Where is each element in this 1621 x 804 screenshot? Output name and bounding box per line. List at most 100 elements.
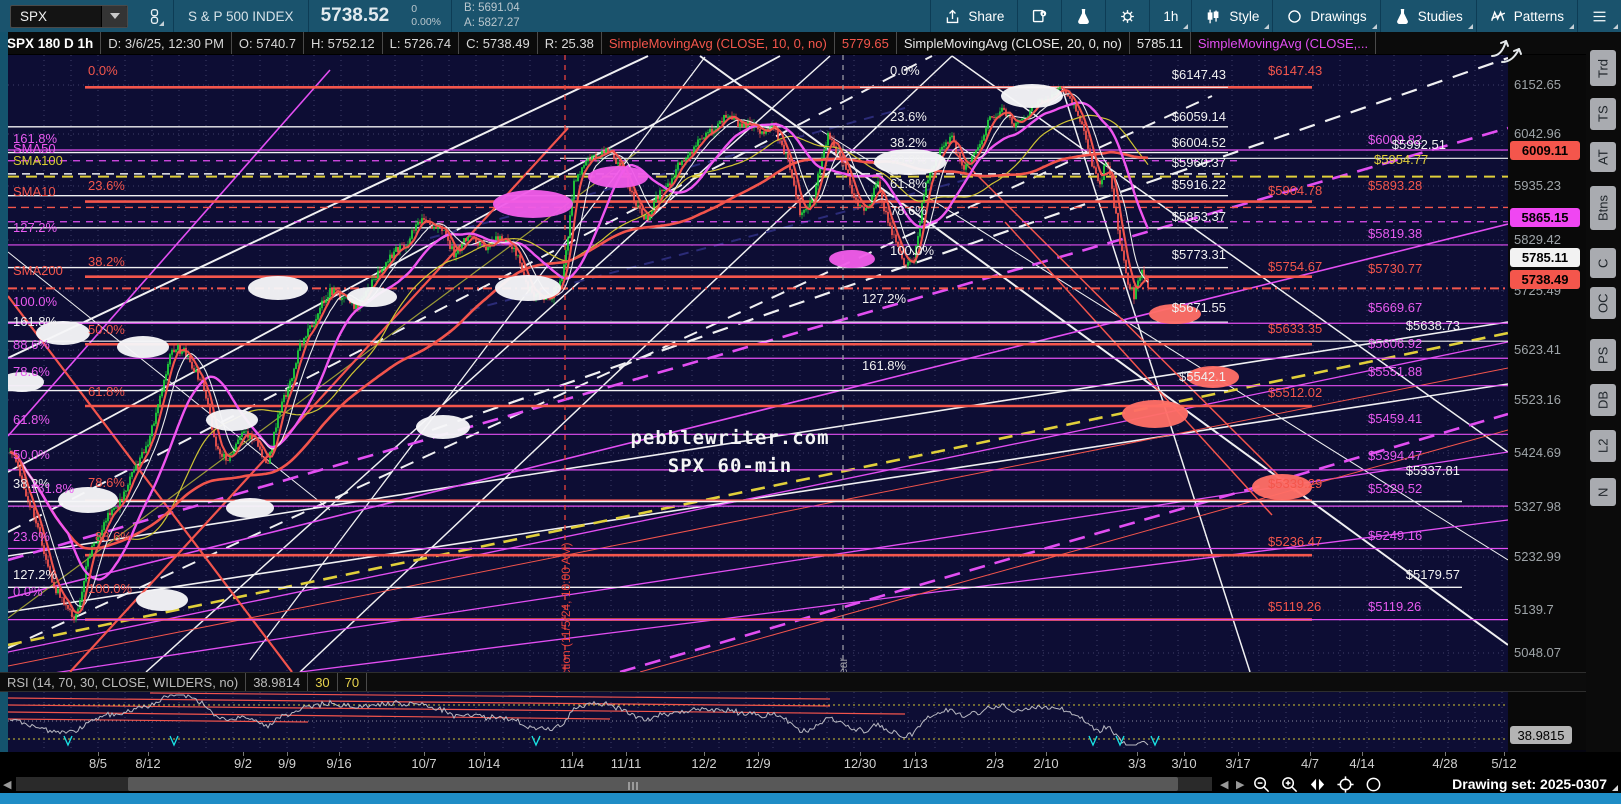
studies-button[interactable]: Studies (1381, 0, 1476, 32)
resize-corner-icon[interactable] (1612, 785, 1618, 791)
date-label: 9/16 (326, 756, 351, 771)
date-label: 4/7 (1301, 756, 1319, 771)
style-button[interactable]: Style (1192, 0, 1272, 32)
date-label: 10/7 (411, 756, 436, 771)
bottom-status-row: ◀ ◀ ▶ Drawing set: 2025-0307 (0, 775, 1621, 793)
sidebar-tab-ts[interactable]: TS (1590, 98, 1616, 130)
crosshair-icon[interactable] (1336, 775, 1355, 794)
button-label: Drawings (1310, 9, 1366, 24)
rsi-pane[interactable] (8, 692, 1508, 752)
price-tick: 5523.16 (1514, 392, 1561, 407)
price-tick: 5829.42 (1514, 232, 1561, 247)
1h-button[interactable]: 1h (1150, 0, 1191, 32)
caret-corner-icon (1183, 24, 1188, 29)
scroll-left-icon[interactable]: ◀ (3, 778, 11, 791)
share-button[interactable]: Share (931, 0, 1017, 32)
drawings-visibility-icon[interactable] (1488, 36, 1526, 66)
gear-button[interactable] (1106, 0, 1149, 32)
symbol-link-icon[interactable] (141, 3, 167, 29)
caret-corner-icon (1264, 24, 1269, 29)
price-axis[interactable]: 6152.656042.965935.235829.425725.495623.… (1508, 55, 1586, 750)
flag-note-icon (1031, 8, 1048, 25)
button-label: Style (1229, 9, 1259, 24)
symbol-text: SPX (20, 9, 47, 24)
date-label: 12/30 (844, 756, 877, 771)
price-tick: 5623.41 (1514, 342, 1561, 357)
drawing-set-label[interactable]: Drawing set: 2025-0307 (1452, 776, 1607, 792)
study-label-1[interactable]: SimpleMovingAvg (CLOSE, 10, 0, no) (602, 32, 835, 54)
scrollbar-thumb[interactable] (128, 777, 1178, 791)
sidebar-tab-c[interactable]: C (1590, 248, 1616, 278)
button-label: Studies (1418, 9, 1463, 24)
caret-corner-icon (1569, 24, 1574, 29)
symbol-dropdown-button[interactable] (101, 6, 127, 27)
sidebar-tab-db[interactable]: DB (1590, 384, 1616, 416)
date-label: 12/9 (745, 756, 770, 771)
flag-note-button[interactable] (1018, 0, 1061, 32)
sidebar-tab-btns[interactable]: Btns (1590, 186, 1616, 230)
drawings-button[interactable]: Drawings (1273, 0, 1379, 32)
date-label: 11/11 (611, 756, 642, 771)
price-tick: 5935.23 (1514, 178, 1561, 193)
date-axis[interactable]: 8/58/129/29/99/1610/710/1411/411/1112/21… (0, 752, 1621, 775)
rsi-overbought-level: 70 (338, 673, 367, 691)
symbol-input[interactable]: SPX (10, 5, 128, 28)
date-label: 8/5 (89, 756, 107, 771)
date-label: 2/10 (1033, 756, 1058, 771)
menu-button[interactable] (1578, 0, 1621, 32)
date-label: 3/17 (1225, 756, 1250, 771)
candles-icon (1205, 8, 1222, 25)
change-percent: 0.00% (411, 16, 441, 29)
zoom-out-icon[interactable] (1252, 775, 1271, 794)
rsi-study-label[interactable]: RSI (14, 70, 30, CLOSE, WILDERS, no) (0, 673, 246, 691)
scrollbar-grip (636, 782, 638, 790)
chevron-down-icon (110, 13, 120, 19)
sidebar-tab-ps[interactable]: PS (1590, 339, 1616, 371)
caret-corner-icon (1468, 24, 1473, 29)
price-tick: 5424.69 (1514, 445, 1561, 460)
ohlc-range: R: 25.38 (538, 32, 602, 54)
rsi-value: 38.9814 (246, 673, 308, 691)
zoom-in-icon[interactable] (1280, 775, 1299, 794)
button-label: Share (968, 9, 1004, 24)
ask-value: A: 5827.27 (464, 16, 520, 31)
scrollbar-grip (628, 782, 630, 790)
date-label: 4/14 (1349, 756, 1374, 771)
pan-left-icon[interactable]: ◀ (1220, 778, 1228, 791)
sidebar-tab-n[interactable]: N (1590, 478, 1616, 506)
sidebar-tab-l2[interactable]: L2 (1590, 430, 1616, 462)
date-label: 11/4 (560, 756, 584, 771)
rsi-current-badge: 38.9815 (1510, 726, 1572, 744)
study-label-2[interactable]: SimpleMovingAvg (CLOSE, 20, 0, no) (897, 32, 1130, 54)
price-tick: 5048.07 (1514, 645, 1561, 660)
gear-icon (1119, 8, 1136, 25)
caret-corner-icon (159, 21, 164, 26)
circle-icon[interactable] (1364, 775, 1383, 794)
toolbar-buttons: Share 1h Style Drawings Studies Patterns (930, 0, 1621, 32)
date-label: 3/10 (1171, 756, 1196, 771)
sidebar-tab-oc[interactable]: OC (1590, 287, 1616, 319)
date-label: 9/9 (278, 756, 296, 771)
patterns-button[interactable]: Patterns (1477, 0, 1577, 32)
price-tick: 5139.7 (1514, 602, 1554, 617)
flask-button[interactable] (1062, 0, 1105, 32)
chart-datetime: D: 3/6/25, 12:30 PM (101, 32, 232, 54)
date-label: 5/12 (1491, 756, 1516, 771)
price-badge: 6009.11 (1510, 141, 1580, 160)
button-label: Patterns (1514, 9, 1564, 24)
price-tick: 6042.96 (1514, 126, 1561, 141)
study-value-1: 5779.65 (835, 32, 897, 54)
fit-width-icon[interactable] (1308, 775, 1327, 794)
sidebar-tab-at[interactable]: AT (1590, 142, 1616, 172)
symbol-group: SPX S & P 500 INDEX 5738.52 0 0.00% B: 5… (0, 0, 532, 32)
sidebar-tab-trd[interactable]: Trd (1590, 50, 1616, 86)
main-chart-pane[interactable] (8, 55, 1508, 672)
ohlc-close: C: 5738.49 (459, 32, 538, 54)
date-label: 3/3 (1128, 756, 1146, 771)
caret-corner-icon (1372, 24, 1377, 29)
price-badge: 5865.15 (1510, 208, 1580, 227)
date-label: 4/28 (1432, 756, 1457, 771)
bid-value: B: 5691.04 (464, 1, 520, 16)
study-label-3[interactable]: SimpleMovingAvg (CLOSE,... (1191, 32, 1376, 54)
pan-right-icon[interactable]: ▶ (1236, 778, 1244, 791)
